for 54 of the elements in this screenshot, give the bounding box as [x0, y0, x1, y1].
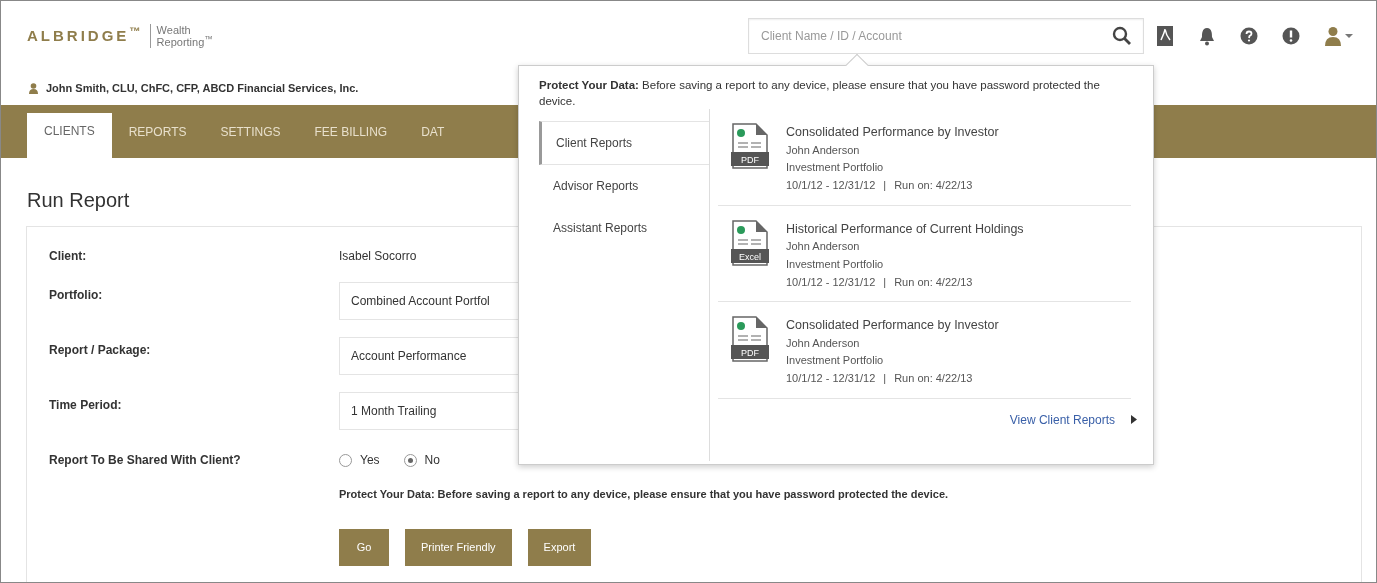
report-dates: 10/1/12 - 12/31/12	[786, 274, 876, 290]
user-icon	[29, 82, 38, 94]
report-client: John Anderson	[786, 239, 861, 255]
report-tab[interactable]: Client Reports	[539, 121, 709, 166]
separator: |	[883, 274, 887, 290]
report-run-date: Run on: 4/22/13	[894, 371, 973, 387]
radio-label: No	[424, 452, 440, 469]
action-button[interactable]: Printer Friendly	[405, 528, 512, 566]
data-notice: Protect Your Data: Before saving a report to any device, please ensure that you have password protected the device.	[539, 78, 1101, 109]
action-button[interactable]: Go	[339, 528, 389, 566]
caret-right-icon[interactable]	[1131, 415, 1137, 425]
report-title: Consolidated Performance by Investor	[786, 124, 999, 142]
report-portfolio: Investment Portfolio	[786, 256, 885, 272]
field-value: Isabel Socorro	[339, 248, 417, 265]
report-dates: 10/1/12 - 12/31/12	[786, 371, 876, 387]
view-reports-link[interactable]: View Client Reports	[1009, 410, 1115, 429]
report-portfolio: Investment Portfolio	[786, 353, 885, 369]
search-field[interactable]: Client Name / ID / Account	[748, 18, 1144, 54]
field-label: Portfolio:	[49, 287, 104, 304]
field-label: Client:	[49, 248, 88, 265]
logo-text: ALBRIDGE$^{™}$	[27, 24, 144, 46]
report-tab[interactable]: Assistant Reports	[539, 207, 709, 250]
field-label: Time Period:	[49, 397, 123, 414]
report-title: Consolidated Performance by Investor	[786, 317, 999, 335]
nav-tab[interactable]: CLIENTS	[27, 113, 112, 158]
report-tab[interactable]: Advisor Reports	[539, 165, 709, 208]
report-item[interactable]: PDF Consolidated Performance by Investor John Anderson Investment Portfolio 10/1/12 - 12/31/12 | Run on: 4/22/13	[718, 302, 1131, 399]
report-portfolio: Investment Portfolio	[786, 160, 885, 176]
user-name: John Smith, CLU, ChFC, CFP, ABCD Financial Services, Inc.	[46, 80, 359, 96]
report-run-date: Run on: 4/22/13	[894, 177, 973, 193]
radio-label: Yes	[360, 452, 380, 469]
report-client: John Anderson	[786, 335, 861, 351]
report-item[interactable]: Excel Historical Performance of Current Holdings John Anderson Investment Portfolio 10/1/12 - 12/31/12 | Run on: 4/22/13	[718, 205, 1131, 303]
separator: |	[883, 371, 887, 387]
data-notice: Protect Your Data: Before saving a report to any device, please ensure that you have password protected the device.	[339, 487, 950, 502]
product-name: Wealth Reporting$^{™}$	[149, 23, 213, 49]
report-client: John Anderson	[786, 142, 861, 158]
action-button[interactable]: Export	[527, 528, 592, 566]
document-icon: PDF	[730, 123, 770, 170]
separator: |	[883, 177, 887, 193]
report-dates: 10/1/12 - 12/31/12	[786, 177, 876, 193]
pdf-icon[interactable]	[1156, 25, 1174, 47]
document-icon: Excel	[730, 219, 770, 266]
alert-icon[interactable]	[1282, 27, 1300, 45]
bell-icon[interactable]	[1198, 26, 1216, 46]
report-item[interactable]: PDF Consolidated Performance by Investor John Anderson Investment Portfolio 10/1/12 - 12/31/12 | Run on: 4/22/13	[718, 109, 1131, 206]
field-label: Report / Package:	[49, 342, 152, 359]
page-title: Run Report	[27, 188, 130, 213]
document-icon: PDF	[730, 316, 770, 363]
report-run-date: Run on: 4/22/13	[894, 274, 973, 290]
help-icon[interactable]	[1240, 27, 1258, 45]
user-menu-icon[interactable]	[1324, 26, 1354, 46]
report-title: Historical Performance of Current Holdings	[786, 220, 1024, 238]
field-label: Report To Be Shared With Client?	[49, 452, 242, 469]
